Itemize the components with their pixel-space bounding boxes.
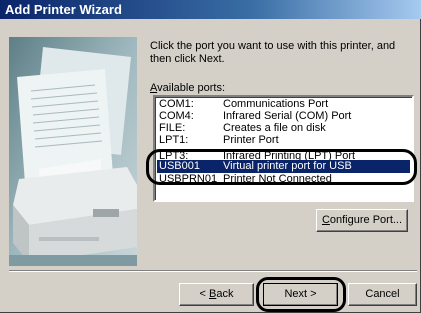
add-printer-wizard-window: Add Printer Wizard Click the port you wa… [0, 0, 421, 313]
port-name: USBPRN01 [159, 173, 218, 185]
available-ports-label-text: vailable ports: [157, 82, 226, 94]
cancel-button[interactable]: Cancel [348, 283, 417, 306]
printer-illustration [9, 37, 137, 266]
port-name: USB001 [159, 160, 200, 172]
ports-listbox[interactable]: COM1: Communications Port COM4: Infrared… [153, 95, 414, 202]
accelerator-c: C [321, 214, 330, 226]
instruction-text: Click the port you want to use with this… [150, 40, 396, 65]
window-title: Add Printer Wizard [5, 2, 122, 17]
port-description: Printer Not Connected [223, 173, 332, 185]
configure-port-button[interactable]: Configure Port... [316, 209, 408, 232]
port-description: Virtual printer port for USB [223, 160, 352, 172]
next-button[interactable]: Next > [263, 283, 338, 306]
configure-port-label: onfigure Port... [329, 214, 403, 226]
port-row-usbprn01[interactable]: USBPRN01 Printer Not Connected [157, 173, 410, 186]
back-prefix: < [199, 288, 209, 300]
port-description: Printer Port [223, 134, 279, 146]
back-label: ack [216, 288, 234, 300]
back-button[interactable]: < Back [179, 283, 254, 306]
port-row-usb001[interactable]: USB001 Virtual printer port for USB [157, 160, 410, 173]
port-row-lpt1[interactable]: LPT1: Printer Port [157, 134, 410, 147]
port-name: LPT1: [159, 134, 189, 146]
separator [9, 270, 417, 272]
available-ports-label: Available ports: [150, 82, 225, 94]
title-bar[interactable]: Add Printer Wizard [0, 0, 421, 19]
